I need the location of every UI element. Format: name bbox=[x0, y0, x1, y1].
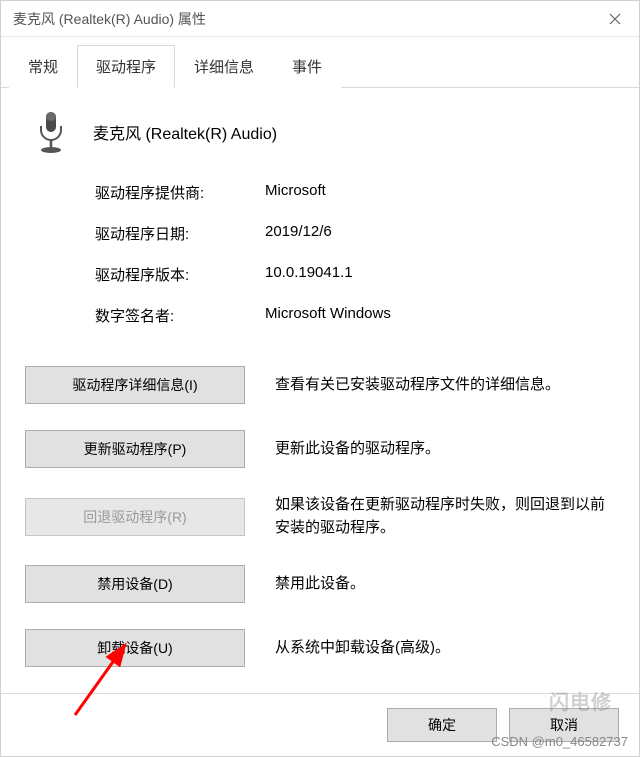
signer-value: Microsoft Windows bbox=[265, 305, 615, 326]
action-row-update: 更新驱动程序(P) 更新此设备的驱动程序。 bbox=[25, 430, 615, 468]
provider-value: Microsoft bbox=[265, 182, 615, 203]
dialog-footer: 确定 取消 bbox=[1, 693, 639, 756]
action-row-disable: 禁用设备(D) 禁用此设备。 bbox=[25, 565, 615, 603]
signer-label: 数字签名者: bbox=[95, 305, 265, 326]
ok-button[interactable]: 确定 bbox=[387, 708, 497, 742]
tab-driver[interactable]: 驱动程序 bbox=[77, 45, 175, 88]
tab-events[interactable]: 事件 bbox=[273, 45, 341, 88]
microphone-icon bbox=[31, 110, 71, 154]
update-driver-desc: 更新此设备的驱动程序。 bbox=[275, 438, 615, 461]
window-title: 麦克风 (Realtek(R) Audio) 属性 bbox=[13, 9, 206, 29]
action-row-rollback: 回退驱动程序(R) 如果该设备在更新驱动程序时失败，则回退到以前安装的驱动程序。 bbox=[25, 494, 615, 539]
device-name: 麦克风 (Realtek(R) Audio) bbox=[93, 120, 277, 144]
titlebar: 麦克风 (Realtek(R) Audio) 属性 bbox=[1, 1, 639, 37]
disable-device-desc: 禁用此设备。 bbox=[275, 573, 615, 596]
driver-details-desc: 查看有关已安装驱动程序文件的详细信息。 bbox=[275, 374, 615, 397]
date-value: 2019/12/6 bbox=[265, 223, 615, 244]
close-icon bbox=[609, 13, 621, 25]
version-label: 驱动程序版本: bbox=[95, 264, 265, 285]
action-row-details: 驱动程序详细信息(I) 查看有关已安装驱动程序文件的详细信息。 bbox=[25, 366, 615, 404]
version-value: 10.0.19041.1 bbox=[265, 264, 615, 285]
uninstall-device-button[interactable]: 卸载设备(U) bbox=[25, 629, 245, 667]
close-button[interactable] bbox=[591, 1, 639, 37]
tab-general[interactable]: 常规 bbox=[9, 45, 77, 88]
disable-device-button[interactable]: 禁用设备(D) bbox=[25, 565, 245, 603]
provider-label: 驱动程序提供商: bbox=[95, 182, 265, 203]
uninstall-device-desc: 从系统中卸载设备(高级)。 bbox=[275, 637, 615, 660]
tab-bar: 常规 驱动程序 详细信息 事件 bbox=[1, 37, 639, 88]
driver-info-grid: 驱动程序提供商: Microsoft 驱动程序日期: 2019/12/6 驱动程… bbox=[25, 182, 615, 326]
device-header: 麦克风 (Realtek(R) Audio) bbox=[25, 110, 615, 154]
properties-dialog: 麦克风 (Realtek(R) Audio) 属性 常规 驱动程序 详细信息 事… bbox=[0, 0, 640, 757]
rollback-driver-desc: 如果该设备在更新驱动程序时失败，则回退到以前安装的驱动程序。 bbox=[275, 494, 615, 539]
cancel-button[interactable]: 取消 bbox=[509, 708, 619, 742]
driver-details-button[interactable]: 驱动程序详细信息(I) bbox=[25, 366, 245, 404]
update-driver-button[interactable]: 更新驱动程序(P) bbox=[25, 430, 245, 468]
rollback-driver-button: 回退驱动程序(R) bbox=[25, 498, 245, 536]
action-row-uninstall: 卸载设备(U) 从系统中卸载设备(高级)。 bbox=[25, 629, 615, 667]
tab-content: 麦克风 (Realtek(R) Audio) 驱动程序提供商: Microsof… bbox=[1, 88, 639, 693]
date-label: 驱动程序日期: bbox=[95, 223, 265, 244]
tab-details[interactable]: 详细信息 bbox=[175, 45, 273, 88]
